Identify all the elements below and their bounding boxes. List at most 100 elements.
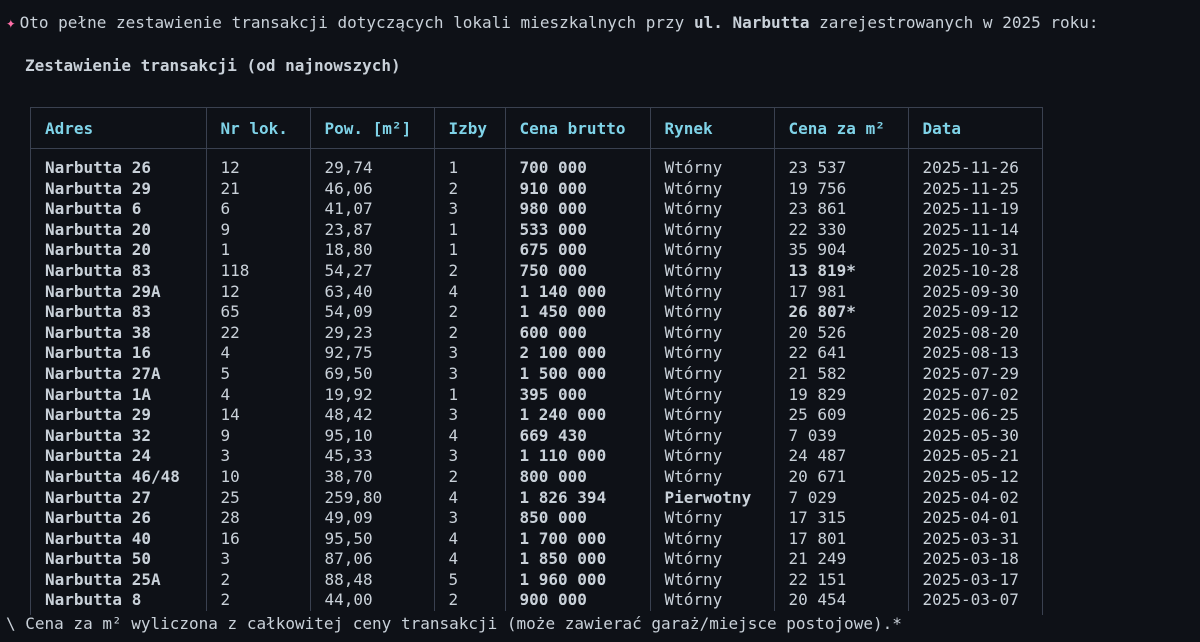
cell-pow: 46,06	[309, 178, 434, 200]
table-row: Narbutta 26 28 49,09 3 850 000 Wtórny 17 315 20…	[31, 508, 1042, 529]
cell-rynek: Wtórny	[649, 281, 774, 303]
table-row: Narbutta 83 118 54,27 2 750 000 Wtórny 13 819*…	[31, 260, 1042, 282]
column-header-rynek: Rynek	[649, 108, 774, 149]
cell-data: 2025-11-19	[907, 199, 1042, 220]
cell-cena-brutto: 675 000	[504, 240, 650, 261]
table-row: Narbutta 24 3 45,33 3 1 110 000 Wtórny 24 487 2…	[31, 446, 1042, 467]
cell-adres: Narbutta 38	[45, 322, 151, 342]
intro-suffix: zarejestrowanych w 2025 roku:	[809, 13, 1099, 32]
cell-izby: 1	[433, 158, 505, 179]
cell-pow: 87,06	[309, 549, 434, 570]
cell-rynek: Wtórny	[649, 405, 774, 426]
cell-nr-lok: 9	[205, 425, 310, 447]
cell-cena-za-m2: 23 537	[773, 158, 908, 179]
cell-data: 2025-08-13	[907, 343, 1042, 364]
cell-izby: 2	[433, 322, 505, 344]
cell-cena-za-m2: 22 641	[773, 343, 908, 364]
cell-izby: 3	[433, 343, 505, 364]
cell-adres: Narbutta 83	[45, 260, 151, 280]
cell-adres: Narbutta 29	[45, 178, 151, 198]
cell-data: 2025-11-14	[907, 219, 1042, 241]
cell-data: 2025-04-01	[907, 508, 1042, 529]
cell-data: 2025-09-12	[907, 302, 1042, 323]
cell-cena-brutto: 533 000	[504, 219, 650, 241]
cell-cena-brutto: 1 700 000	[504, 528, 650, 550]
cell-izby: 1	[433, 219, 505, 241]
cell-data: 2025-11-25	[907, 178, 1042, 200]
cell-cena-brutto: 850 000	[504, 508, 650, 529]
cell-pow: 44,00	[309, 590, 434, 612]
cell-cena-brutto: 669 430	[504, 425, 650, 447]
cell-nr-lok: 22	[205, 322, 310, 344]
table-row: Narbutta 20 9 23,87 1 533 000 Wtórny 22 330 202…	[31, 219, 1042, 241]
table-row: Narbutta 27A 5 69,50 3 1 500 000 Wtórny 21 582…	[31, 363, 1042, 385]
table-row: Narbutta 1A 4 19,92 1 395 000 Wtórny 19 829 202…	[31, 384, 1042, 406]
cell-adres: Narbutta 27	[45, 487, 151, 507]
cell-cena-za-m2: 7 039	[773, 425, 908, 447]
cell-pow: 41,07	[309, 199, 434, 220]
cell-pow: 259,80	[309, 487, 434, 509]
column-header-cena-brutto: Cena brutto	[504, 108, 650, 149]
table-row: Narbutta 20 1 18,80 1 675 000 Wtórny 35 904 202…	[31, 240, 1042, 261]
cell-izby: 4	[433, 487, 505, 509]
cell-pow: 54,27	[309, 260, 434, 282]
cell-cena-za-m2: 23 861	[773, 199, 908, 220]
cell-data: 2025-07-02	[907, 384, 1042, 406]
cell-adres: Narbutta 83	[45, 302, 151, 322]
cell-pow: 19,92	[309, 384, 434, 406]
cell-rynek: Wtórny	[649, 322, 774, 344]
cell-data: 2025-10-28	[907, 260, 1042, 282]
cell-cena-brutto: 900 000	[504, 590, 650, 612]
cell-cena-brutto: 1 500 000	[504, 363, 650, 385]
cell-rynek: Wtórny	[649, 466, 774, 488]
cell-pow: 49,09	[309, 508, 434, 529]
cell-izby: 2	[433, 302, 505, 323]
cell-nr-lok: 4	[205, 384, 310, 406]
cell-nr-lok: 14	[205, 405, 310, 426]
cell-cena-za-m2: 35 904	[773, 240, 908, 261]
cell-nr-lok: 12	[205, 158, 310, 179]
cell-cena-brutto: 395 000	[504, 384, 650, 406]
intro-prefix: Oto pełne zestawienie transakcji dotyczą…	[19, 13, 694, 32]
column-header-pow: Pow. [m²]	[309, 108, 434, 149]
cell-cena-brutto: 2 100 000	[504, 343, 650, 364]
cell-rynek: Wtórny	[649, 158, 774, 179]
cell-nr-lok: 5	[205, 363, 310, 385]
cell-pow: 63,40	[309, 281, 434, 303]
cell-nr-lok: 1	[205, 240, 310, 261]
table-row: Narbutta 40 16 95,50 4 1 700 000 Wtórny 17 801…	[31, 528, 1042, 550]
table-header-row: Adres Nr lok. Pow. [m²] Izby Cena brutto…	[31, 108, 1042, 149]
transactions-table-container[interactable]: Adres Nr lok. Pow. [m²] Izby Cena brutto…	[30, 107, 1043, 615]
cell-adres: Narbutta 25A	[45, 569, 161, 589]
cell-data: 2025-05-30	[907, 425, 1042, 447]
cell-rynek: Wtórny	[649, 384, 774, 406]
cell-cena-za-m2: 26 807*	[773, 302, 908, 323]
cell-nr-lok: 65	[205, 302, 310, 323]
cell-cena-brutto: 980 000	[504, 199, 650, 220]
cell-nr-lok: 4	[205, 343, 310, 364]
table-row: Narbutta 46/48 10 38,70 2 800 000 Wtórny 20 67…	[31, 466, 1042, 488]
cell-pow: 45,33	[309, 446, 434, 467]
cell-pow: 48,42	[309, 405, 434, 426]
section-title: Zestawienie transakcji (od najnowszych)	[25, 56, 401, 75]
cell-adres: Narbutta 29A	[45, 281, 161, 301]
cell-rynek: Wtórny	[649, 446, 774, 467]
cell-izby: 1	[433, 240, 505, 261]
cell-izby: 2	[433, 466, 505, 488]
cell-izby: 2	[433, 178, 505, 200]
cell-data: 2025-04-02	[907, 487, 1042, 509]
cell-adres: Narbutta 27A	[45, 363, 161, 383]
cell-rynek: Wtórny	[649, 569, 774, 591]
cell-adres: Narbutta 32	[45, 425, 151, 445]
cell-izby: 3	[433, 446, 505, 467]
table-row: Narbutta 29A 12 63,40 4 1 140 000 Wtórny 17 98…	[31, 281, 1042, 303]
cell-adres: Narbutta 50	[45, 549, 151, 569]
cell-nr-lok: 2	[205, 590, 310, 612]
cell-nr-lok: 21	[205, 178, 310, 200]
cell-adres: Narbutta 6	[45, 199, 142, 219]
cell-izby: 2	[433, 260, 505, 282]
cell-izby: 4	[433, 281, 505, 303]
cell-pow: 23,87	[309, 219, 434, 241]
cell-cena-za-m2: 13 819*	[773, 260, 908, 282]
cell-nr-lok: 9	[205, 219, 310, 241]
